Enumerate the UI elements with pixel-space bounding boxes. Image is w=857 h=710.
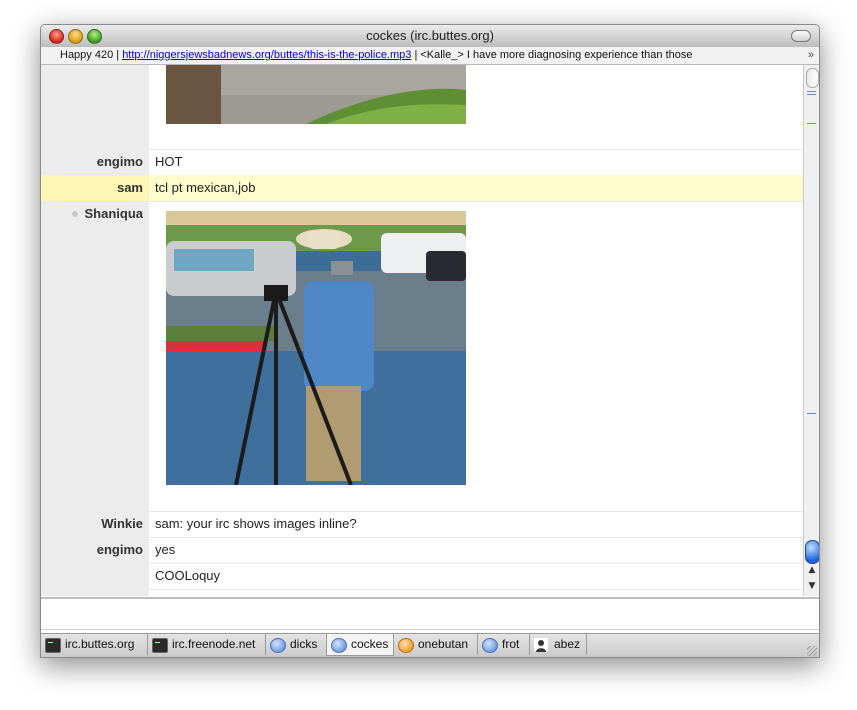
person-icon (534, 638, 548, 652)
inline-image[interactable] (166, 211, 466, 485)
nick-label[interactable]: engimo (97, 154, 143, 169)
presence-icon (72, 211, 79, 217)
chat-scrollbar[interactable]: ▲ ▼ (803, 65, 819, 596)
message-text: sam: your irc shows images inline? (155, 516, 357, 531)
chat-bubble-icon (331, 638, 347, 653)
scroll-thumb[interactable] (805, 540, 819, 564)
highlight-marker (807, 413, 816, 414)
topic-expand-icon[interactable]: » (808, 47, 814, 64)
chat-bubble-icon (270, 638, 286, 653)
tab-cockes[interactable]: cockes (326, 634, 394, 656)
tab-irc-freenode-net[interactable]: irc.freenode.net (148, 634, 266, 655)
channel-tab-bar: irc.buttes.org irc.freenode.net dicks co… (41, 633, 819, 657)
message-input[interactable] (41, 601, 819, 630)
message-row: engimo yes (41, 537, 803, 564)
nick-label[interactable]: sam (117, 180, 143, 195)
irc-window: cockes (irc.buttes.org) Happy 420 | http… (40, 24, 820, 658)
tab-abez[interactable]: abez (530, 634, 587, 655)
topic-link[interactable]: http://niggersjewsbadnews.org/buttes/thi… (122, 49, 411, 61)
message-row: engimo HOT (41, 149, 803, 176)
scroll-top-cap (806, 68, 819, 88)
highlight-marker (807, 94, 816, 95)
message-row: COOLoquy (41, 563, 803, 590)
message-text: tcl pt mexican,job (155, 180, 256, 195)
nick-label[interactable]: Winkie (101, 516, 143, 531)
highlight-marker (807, 123, 816, 124)
terminal-icon (45, 638, 61, 653)
message-text: HOT (155, 154, 183, 169)
tab-irc-buttes-org[interactable]: irc.buttes.org (41, 634, 148, 655)
chat-transcript: engimo HOT sam tcl pt mexican,job Shaniq… (41, 65, 803, 596)
tab-frot[interactable]: frot (478, 634, 530, 655)
chat-bubble-orange-icon (398, 638, 414, 653)
message-input-area (41, 597, 819, 635)
scroll-down-arrow-icon[interactable]: ▼ (804, 578, 819, 594)
window-title: cockes (irc.buttes.org) (366, 28, 494, 43)
message-row-image: Shaniqua (41, 201, 803, 512)
scroll-up-arrow-icon[interactable]: ▲ (804, 562, 819, 578)
tab-dicks[interactable]: dicks (266, 634, 327, 655)
title-bar[interactable]: cockes (irc.buttes.org) (41, 25, 819, 48)
message-text: COOLoquy (155, 568, 221, 583)
topic-prefix: Happy 420 | (60, 49, 123, 61)
highlight-marker (807, 91, 816, 92)
nick-label[interactable]: Shaniqua (72, 206, 143, 221)
topic-bar: Happy 420 | http://niggersjewsbadnews.or… (41, 47, 819, 65)
terminal-icon (152, 638, 168, 653)
message-row-highlighted: sam tcl pt mexican,job (41, 175, 803, 202)
topic-suffix: | <Kalle_> I have more diagnosing experi… (411, 49, 693, 61)
toolbar-toggle-button[interactable] (791, 30, 811, 42)
resize-grip-icon[interactable] (807, 646, 817, 656)
tab-onebutan[interactable]: onebutan (394, 634, 478, 655)
nick-column (41, 65, 149, 149)
message-row: Winkie sam: your irc shows images inline… (41, 511, 803, 538)
nick-label[interactable]: engimo (97, 542, 143, 557)
inline-image[interactable] (166, 65, 466, 124)
message-text: yes (155, 542, 176, 557)
message-row-image-prev (41, 65, 803, 150)
chat-bubble-icon (482, 638, 498, 653)
